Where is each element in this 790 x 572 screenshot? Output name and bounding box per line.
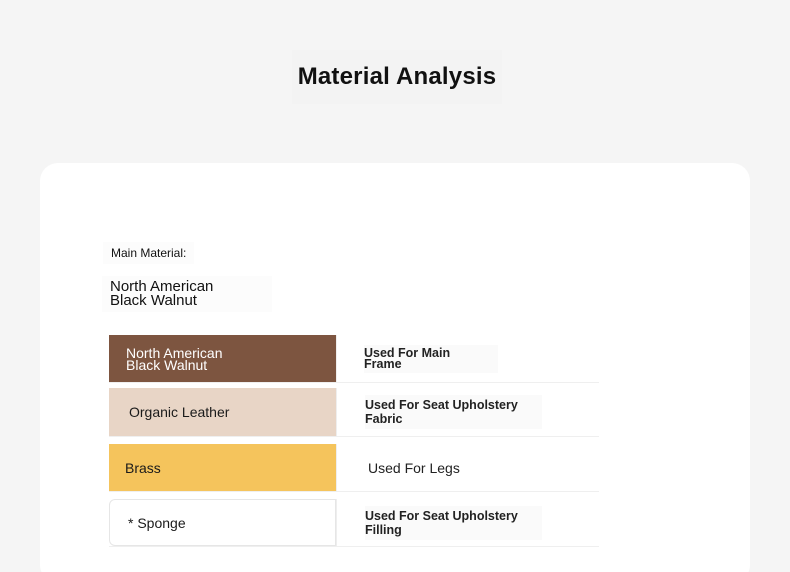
material-use-text: Used For Legs (368, 460, 460, 476)
material-name: North American Black Walnut (126, 346, 222, 372)
material-use-line1: Used For Seat Upholstery (365, 398, 518, 412)
material-use-line2: Filling (365, 522, 402, 537)
material-row: North American Black Walnut Used For Mai… (109, 335, 599, 383)
main-material-value-line2: Black Walnut (110, 292, 197, 309)
material-swatch: Brass (109, 444, 336, 491)
material-name-line1: Organic Leather (129, 404, 230, 420)
page-title: Material Analysis (292, 50, 502, 104)
material-row: * Sponge Used For Seat Upholstery Fillin… (109, 499, 599, 547)
material-swatch: North American Black Walnut (109, 335, 336, 382)
material-name-line1: Brass (125, 459, 161, 476)
material-name: Brass (125, 459, 161, 476)
material-row: Organic Leather Used For Seat Upholstery… (109, 388, 599, 437)
material-use-text: Used For Main Frame (364, 344, 499, 373)
material-swatch: * Sponge (109, 499, 336, 546)
material-row: Brass Used For Legs (109, 444, 599, 492)
material-use-line2: Fabric (365, 412, 403, 426)
material-name: Organic Leather (129, 404, 230, 420)
material-use: Used For Seat Upholstery Filling (337, 499, 542, 546)
main-material-value: North American Black Walnut (102, 276, 272, 312)
material-name: * Sponge (128, 514, 186, 531)
material-name-line1: * Sponge (128, 514, 186, 531)
material-use-text: Used For Seat Upholstery Fabric (365, 395, 542, 429)
material-use: Used For Legs (337, 444, 460, 491)
material-use-text: Used For Seat Upholstery Filling (365, 505, 542, 540)
material-use-line2: Frame (364, 356, 402, 371)
material-swatch: Organic Leather (109, 388, 336, 436)
material-use-line1: Used For Legs (368, 459, 460, 476)
material-use-line1: Used For Seat Upholstery (365, 508, 518, 523)
material-use: Used For Main Frame (337, 335, 499, 382)
material-use: Used For Seat Upholstery Fabric (337, 388, 542, 436)
main-material-label: Main Material: (103, 242, 195, 264)
